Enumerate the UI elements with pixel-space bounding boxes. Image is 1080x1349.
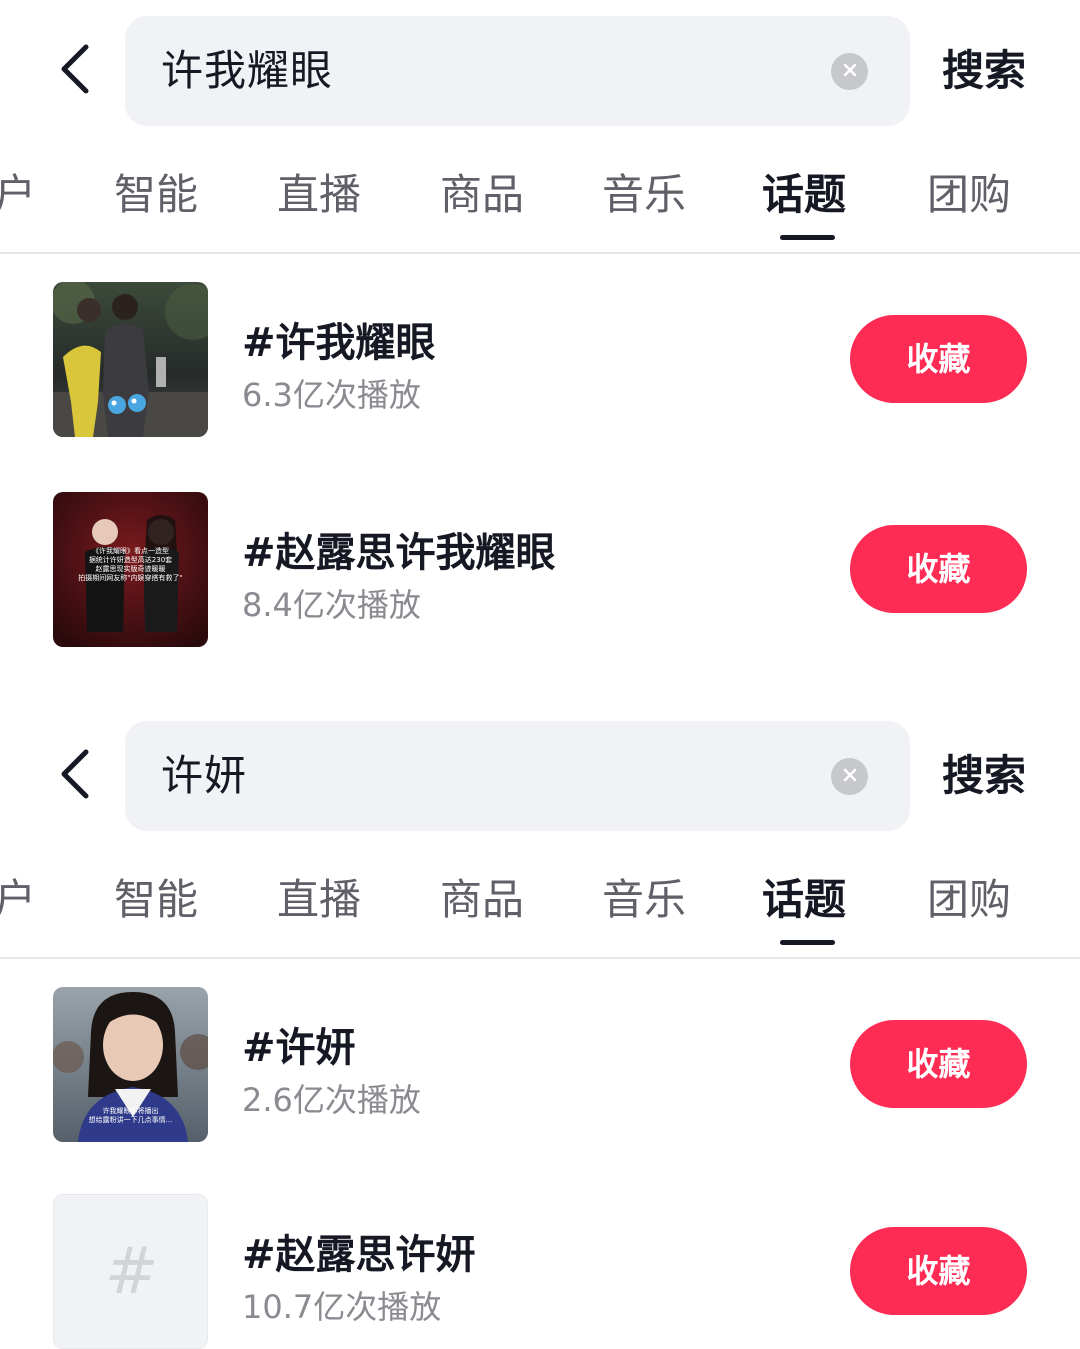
search-button[interactable]: 搜索 [942, 16, 1026, 126]
clear-search-button[interactable] [831, 53, 868, 90]
tab-users[interactable]: 户 [0, 850, 36, 950]
tab-products[interactable]: 商品 [440, 850, 524, 950]
tab-live[interactable]: 直播 [277, 850, 361, 950]
topic-title: #许我耀眼 [242, 320, 436, 366]
collect-button[interactable]: 收藏 [850, 525, 1027, 613]
thumbnail-caption: 《许我耀眼》看点一造型 据统计许妍造型高达230套 赵露思现实版奇迹暖暖 拍摄期… [78, 547, 183, 582]
topic-play-count: 6.3亿次播放 [242, 376, 421, 414]
search-button[interactable]: 搜索 [942, 721, 1026, 831]
topic-play-count: 8.4亿次播放 [242, 586, 421, 624]
tab-group-buy[interactable]: 团购 [927, 850, 1011, 950]
active-tab-indicator [780, 235, 835, 240]
topic-thumbnail: 《许我耀眼》看点一造型 据统计许妍造型高达230套 赵露思现实版奇迹暖暖 拍摄期… [53, 492, 208, 647]
topic-thumbnail [53, 282, 208, 437]
topic-thumbnail: # [53, 1194, 208, 1349]
close-icon [842, 62, 858, 82]
tab-smart[interactable]: 智能 [114, 145, 198, 245]
collect-button[interactable]: 收藏 [850, 315, 1027, 403]
tab-smart[interactable]: 智能 [114, 850, 198, 950]
topic-title: #许妍 [242, 1025, 356, 1071]
topic-title: #赵露思许妍 [242, 1232, 476, 1278]
divider [0, 957, 1080, 959]
tab-live[interactable]: 直播 [277, 145, 361, 245]
collect-button[interactable]: 收藏 [850, 1227, 1027, 1315]
tab-topics[interactable]: 话题 [762, 850, 846, 950]
tab-users[interactable]: 户 [0, 145, 36, 245]
topic-play-count: 10.7亿次播放 [242, 1288, 442, 1326]
category-tabs: 户 智能 直播 商品 音乐 话题 团购 [0, 145, 1080, 265]
search-box[interactable]: 许妍 [125, 721, 910, 831]
back-button[interactable] [48, 748, 100, 804]
active-tab-indicator [780, 940, 835, 945]
thumbnail-caption: 许我耀眼即将播出 想给露粉讲一下几点事情... [88, 1107, 173, 1124]
topic-thumbnail: 许我耀眼即将播出 想给露粉讲一下几点事情... [53, 987, 208, 1142]
chevron-left-icon [56, 748, 92, 804]
tab-topics[interactable]: 话题 [762, 145, 846, 245]
tab-music[interactable]: 音乐 [602, 850, 686, 950]
topic-title: #赵露思许我耀眼 [242, 530, 556, 576]
divider [0, 252, 1080, 254]
chevron-left-icon [56, 43, 92, 99]
back-button[interactable] [48, 43, 100, 99]
tab-group-buy[interactable]: 团购 [927, 145, 1011, 245]
search-input[interactable]: 许妍 [161, 721, 247, 831]
search-box[interactable]: 许我耀眼 [125, 16, 910, 126]
hashtag-icon: # [104, 1235, 159, 1309]
collect-button[interactable]: 收藏 [850, 1020, 1027, 1108]
clear-search-button[interactable] [831, 758, 868, 795]
tab-products[interactable]: 商品 [440, 145, 524, 245]
close-icon [842, 767, 858, 787]
topic-play-count: 2.6亿次播放 [242, 1081, 421, 1119]
tab-music[interactable]: 音乐 [602, 145, 686, 245]
search-input[interactable]: 许我耀眼 [161, 16, 333, 126]
category-tabs: 户 智能 直播 商品 音乐 话题 团购 [0, 850, 1080, 970]
